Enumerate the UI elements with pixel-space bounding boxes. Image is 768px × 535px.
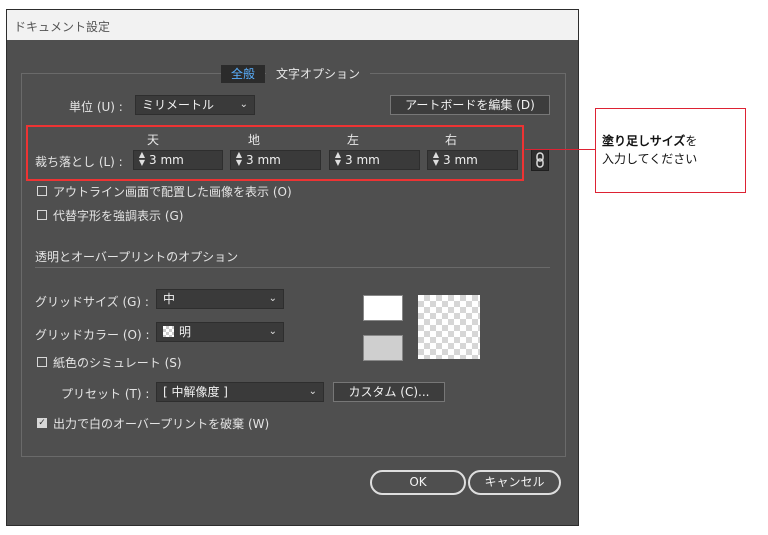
discard-overprint-checkbox[interactable]: ✓ <box>37 418 47 428</box>
transparency-section-title: 透明とオーバープリントのオプション <box>35 250 239 264</box>
paper-color-swatch[interactable] <box>363 295 403 321</box>
grid-size-value: 中 <box>163 292 176 306</box>
simulate-paper-checkbox[interactable] <box>37 357 47 367</box>
chevron-down-icon: ⌄ <box>239 99 248 110</box>
callout-connector-line <box>525 149 595 150</box>
grid-size-label: グリッドサイズ (G) : <box>35 295 149 309</box>
section-divider <box>35 267 550 268</box>
preset-value: [ 中解像度 ] <box>163 385 228 399</box>
highlight-glyphs-checkbox[interactable] <box>37 210 47 220</box>
chevron-down-icon: ⌄ <box>308 386 317 397</box>
bleed-highlight-frame <box>26 125 524 181</box>
units-select[interactable]: ミリメートル ⌄ <box>135 95 255 115</box>
callout-line-1: 塗り足しサイズを <box>602 132 697 149</box>
discard-overprint-label: 出力で白のオーバープリントを破棄 (W) <box>53 417 270 431</box>
checker-swatch-icon <box>163 326 174 337</box>
grid-size-select[interactable]: 中 ⌄ <box>156 289 284 309</box>
show-images-outline-checkbox[interactable] <box>37 186 47 196</box>
callout-bold-text: 塗り足しサイズ <box>602 134 686 148</box>
show-images-outline-label: アウトライン画面で配置した画像を表示 (O) <box>53 185 292 199</box>
grid-color-swatch[interactable] <box>363 335 403 361</box>
tab-general[interactable]: 全般 <box>221 65 265 83</box>
chevron-down-icon: ⌄ <box>268 293 277 304</box>
transparency-grid-preview <box>418 295 480 359</box>
highlight-glyphs-label: 代替字形を強調表示 (G) <box>53 209 184 223</box>
callout-suffix-text: を <box>685 134 698 148</box>
chevron-down-icon: ⌄ <box>268 326 277 337</box>
units-label: 単位 (U) : <box>69 100 123 114</box>
cancel-button[interactable]: キャンセル <box>468 470 561 495</box>
dialog-titlebar[interactable]: ドキュメント設定 <box>7 10 578 40</box>
grid-color-label: グリッドカラー (O) : <box>35 328 150 342</box>
callout-line-2: 入力してください <box>602 152 698 166</box>
bleed-callout-box: 塗り足しサイズを 入力してください <box>595 108 746 193</box>
ok-button[interactable]: OK <box>370 470 466 495</box>
document-setup-dialog: ドキュメント設定 全般 文字オプション 単位 (U) : ミリメートル ⌄ アー… <box>6 9 579 526</box>
custom-button[interactable]: カスタム (C)... <box>333 382 445 402</box>
units-value: ミリメートル <box>142 98 215 112</box>
grid-color-select[interactable]: 明 ⌄ <box>156 322 284 342</box>
edit-artboard-button[interactable]: アートボードを編集 (D) <box>390 95 550 115</box>
chain-link-icon[interactable] <box>531 149 549 171</box>
simulate-paper-label: 紙色のシミュレート (S) <box>53 356 182 370</box>
preset-select[interactable]: [ 中解像度 ] ⌄ <box>156 382 324 402</box>
grid-color-value: 明 <box>179 325 192 339</box>
preset-label: プリセット (T) : <box>61 387 150 401</box>
tab-type-options[interactable]: 文字オプション <box>266 65 370 83</box>
dialog-title: ドキュメント設定 <box>14 20 111 34</box>
